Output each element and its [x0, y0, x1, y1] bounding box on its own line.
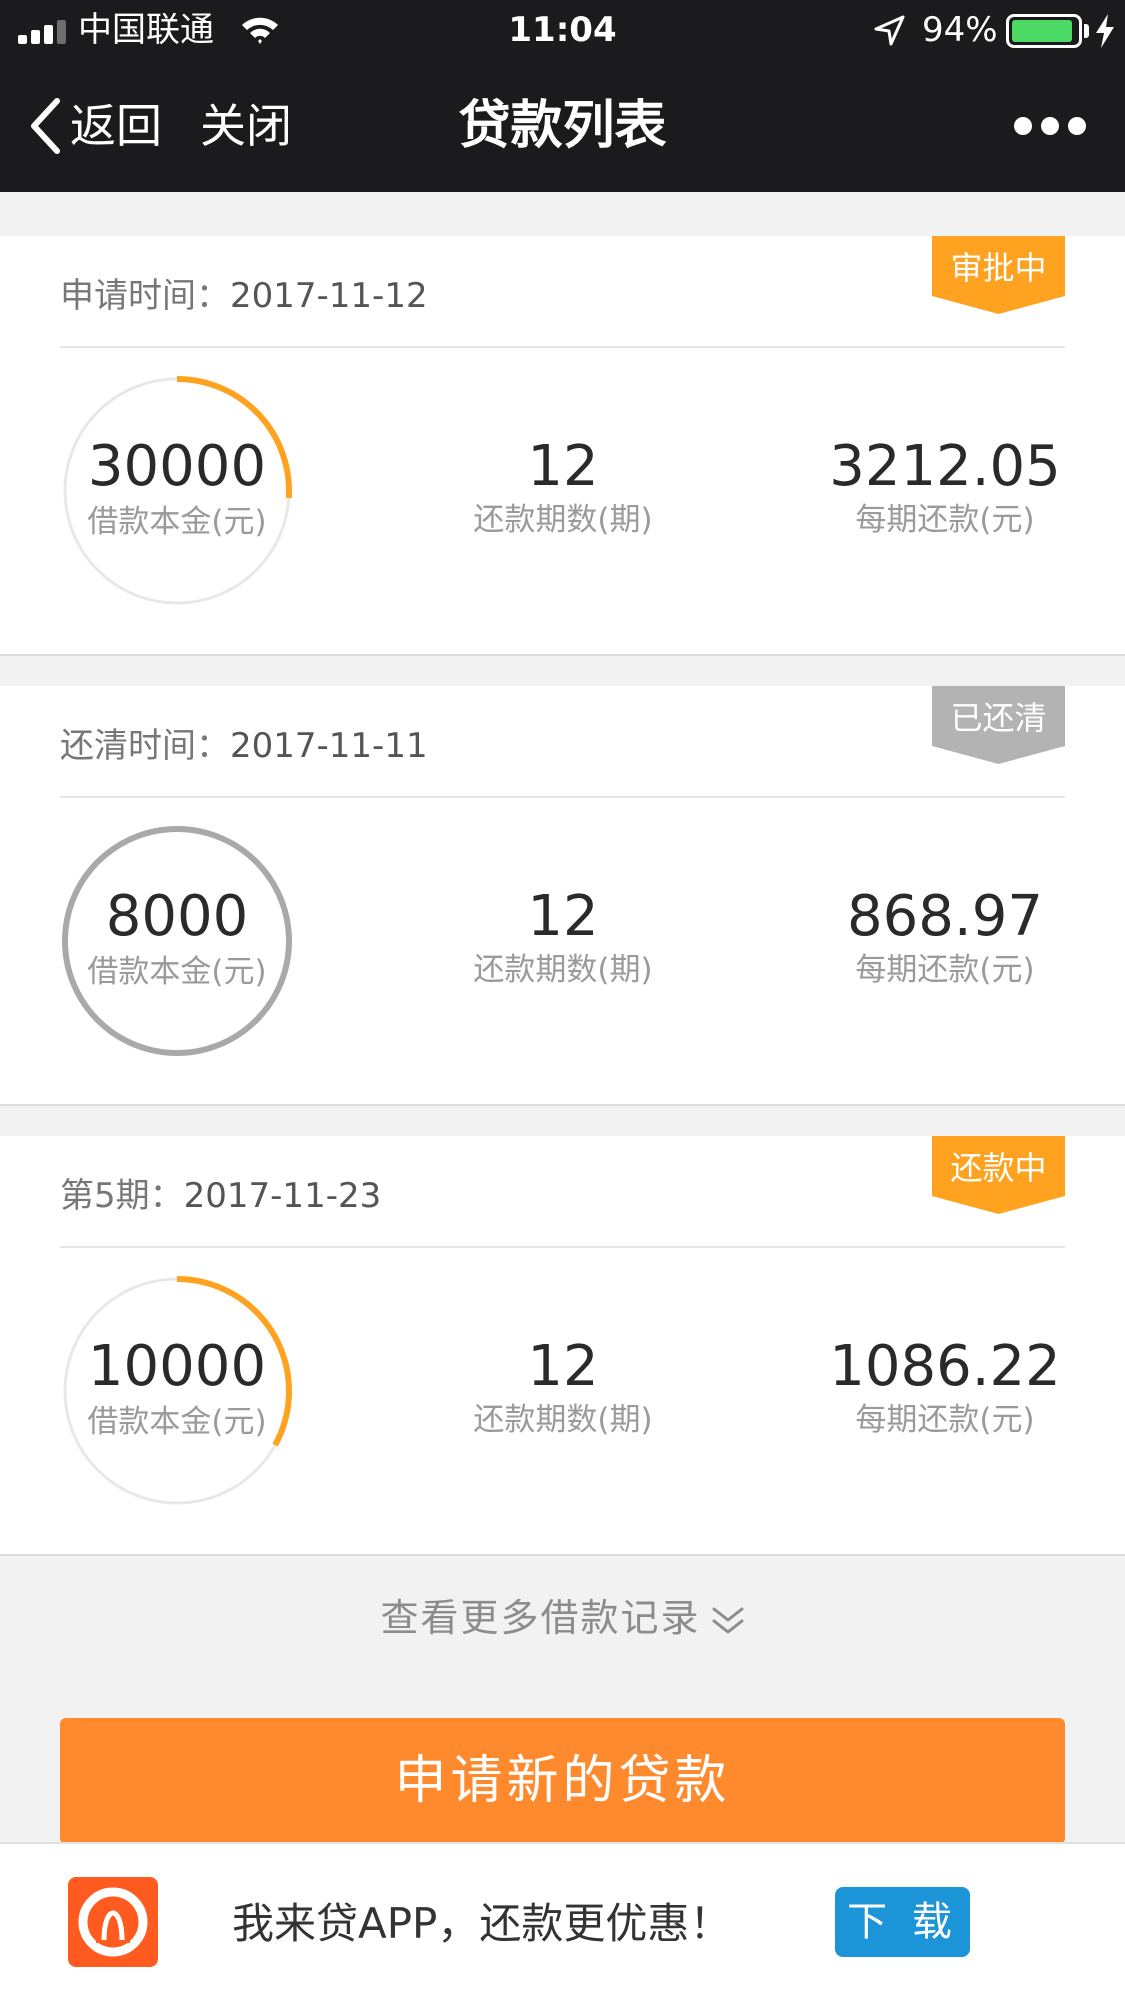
loan-date: 第5期：2017-11-23	[60, 1176, 381, 1216]
date-label: 第5期：	[60, 1176, 184, 1216]
payment-label: 每期还款(元)	[855, 952, 1035, 988]
principal-amount: 8000	[105, 884, 249, 949]
principal-amount: 10000	[87, 1334, 267, 1399]
more-dots-icon[interactable]	[1014, 112, 1086, 140]
principal-label: 借款本金(元)	[87, 1404, 267, 1440]
loan-card[interactable]: 第5期：2017-11-23 还款中 10000 借款本金(元) 12 还款期数…	[0, 1136, 1125, 1556]
date-label: 申请时间：	[60, 276, 230, 316]
periods-value: 12	[527, 884, 599, 949]
status-badge-label: 还款中	[950, 1149, 1047, 1187]
principal-label: 借款本金(元)	[87, 504, 267, 540]
loan-card[interactable]: 申请时间：2017-11-12 审批中 30000 借款本金(元) 12 还款期…	[0, 236, 1125, 656]
principal-ring: 10000 借款本金(元)	[62, 1276, 292, 1506]
status-badge-label: 已还清	[950, 699, 1047, 737]
principal-label: 借款本金(元)	[87, 954, 267, 990]
battery-icon	[1006, 14, 1082, 48]
payment-value: 1086.22	[829, 1334, 1061, 1399]
page-title: 贷款列表	[458, 96, 667, 156]
wolaidai-logo-icon	[68, 1877, 158, 1967]
download-button[interactable]: 下 载	[835, 1887, 970, 1957]
double-chevron-down-icon	[712, 1607, 743, 1634]
date-value: 2017-11-23	[183, 1176, 382, 1216]
card-divider	[60, 796, 1065, 798]
periods-label: 还款期数(期)	[473, 1402, 653, 1438]
app-slogan: 我来贷APP，还款更优惠！	[232, 1899, 732, 1948]
payment-stat: 1086.22 每期还款(元)	[795, 1334, 1095, 1440]
periods-stat: 12 还款期数(期)	[413, 434, 713, 540]
status-badge: 已还清	[932, 686, 1065, 764]
back-label: 返回	[70, 99, 162, 153]
date-label: 还清时间：	[60, 726, 230, 766]
status-badge: 还款中	[932, 1136, 1065, 1214]
periods-value: 12	[527, 1334, 599, 1399]
status-badge: 审批中	[932, 236, 1065, 314]
card-divider	[60, 346, 1065, 348]
principal-ring: 30000 借款本金(元)	[62, 376, 292, 606]
location-icon	[874, 15, 905, 46]
loan-card[interactable]: 还清时间：2017-11-11 已还清 8000 借款本金(元) 12 还款期数…	[0, 686, 1125, 1106]
payment-value: 3212.05	[829, 434, 1061, 499]
principal-ring: 8000 借款本金(元)	[62, 826, 292, 1056]
payment-label: 每期还款(元)	[855, 502, 1035, 538]
chevron-left-icon	[31, 98, 60, 154]
battery-tip	[1084, 24, 1089, 38]
apply-new-loan-button[interactable]: 申请新的贷款	[60, 1718, 1065, 1844]
principal-amount: 30000	[87, 434, 267, 499]
periods-label: 还款期数(期)	[473, 952, 653, 988]
loan-date: 还清时间：2017-11-11	[60, 726, 428, 766]
periods-stat: 12 还款期数(期)	[413, 884, 713, 990]
periods-label: 还款期数(期)	[473, 502, 653, 538]
payment-stat: 868.97 每期还款(元)	[795, 884, 1095, 990]
periods-stat: 12 还款期数(期)	[413, 1334, 713, 1440]
back-button[interactable]: 返回	[28, 96, 162, 156]
battery-percent: 94%	[922, 10, 998, 50]
app-download-banner: 我来贷APP，还款更优惠！ 下 载	[0, 1842, 1125, 2001]
loan-date: 申请时间：2017-11-12	[60, 276, 428, 316]
payment-stat: 3212.05 每期还款(元)	[795, 434, 1095, 540]
date-value: 2017-11-12	[230, 276, 428, 316]
card-divider	[60, 1246, 1065, 1248]
view-more-records-link[interactable]: 查看更多借款记录	[0, 1588, 1125, 1648]
periods-value: 12	[527, 434, 599, 499]
payment-value: 868.97	[847, 884, 1043, 949]
status-bar: 中国联通 11:04 94%	[0, 0, 1125, 60]
payment-label: 每期还款(元)	[855, 1402, 1035, 1438]
date-value: 2017-11-11	[230, 726, 428, 766]
status-badge-label: 审批中	[950, 249, 1047, 287]
charging-icon	[1096, 14, 1114, 48]
nav-bar: 返回 关闭 贷款列表	[0, 60, 1125, 192]
view-more-label: 查看更多借款记录	[380, 1596, 701, 1640]
close-button[interactable]: 关闭	[200, 96, 292, 156]
